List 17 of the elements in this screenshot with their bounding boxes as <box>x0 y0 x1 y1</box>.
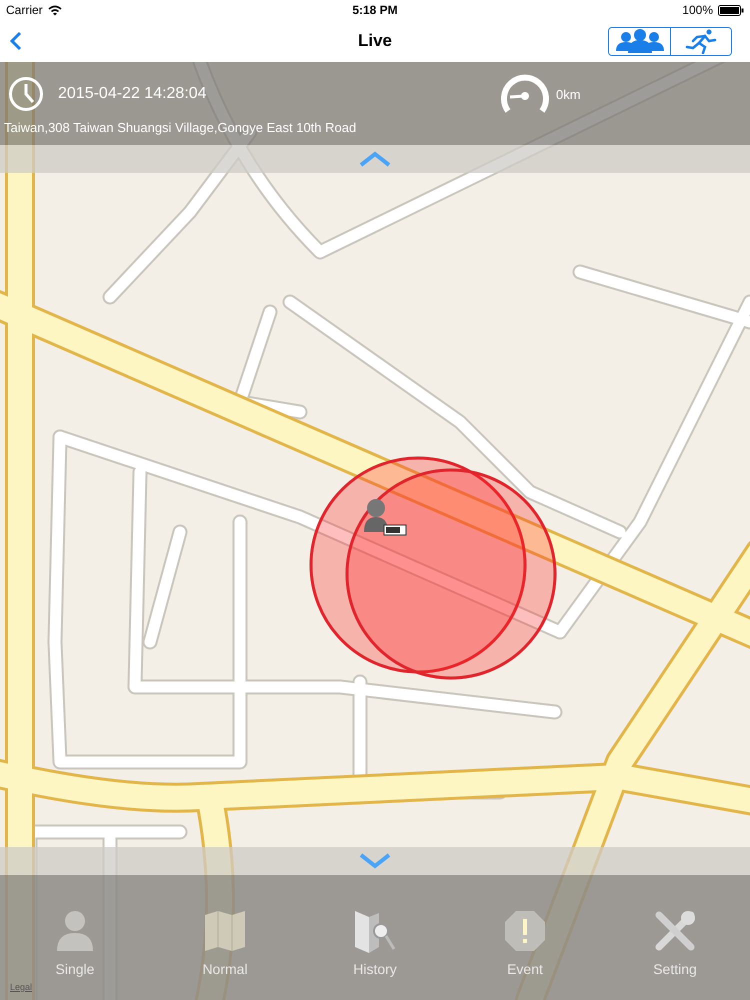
clock-icon <box>8 76 44 112</box>
runner-button[interactable] <box>670 28 731 54</box>
distance-text: 0km <box>556 86 581 102</box>
datetime-text: 2015-04-22 14:28:04 <box>58 85 208 103</box>
tab-item[interactable]: History <box>320 907 430 977</box>
tab-item[interactable]: Single <box>20 907 130 977</box>
tab-item[interactable]: Setting <box>620 907 730 977</box>
battery-icon <box>718 4 744 16</box>
wifi-icon <box>48 4 62 16</box>
tab-item[interactable]: Event <box>470 907 580 977</box>
address-text: Taiwan,308 Taiwan Shuangsi Village,Gongye East 10th Road <box>4 120 358 135</box>
battery-percent: 100% <box>682 3 713 17</box>
status-time: 5:18 PM <box>351 3 399 17</box>
carrier-name: Carrier <box>6 3 43 17</box>
nav-title: Live <box>356 31 394 51</box>
tab-item[interactable]: Normal <box>170 907 280 977</box>
legal-link[interactable]: Legal <box>10 982 32 992</box>
